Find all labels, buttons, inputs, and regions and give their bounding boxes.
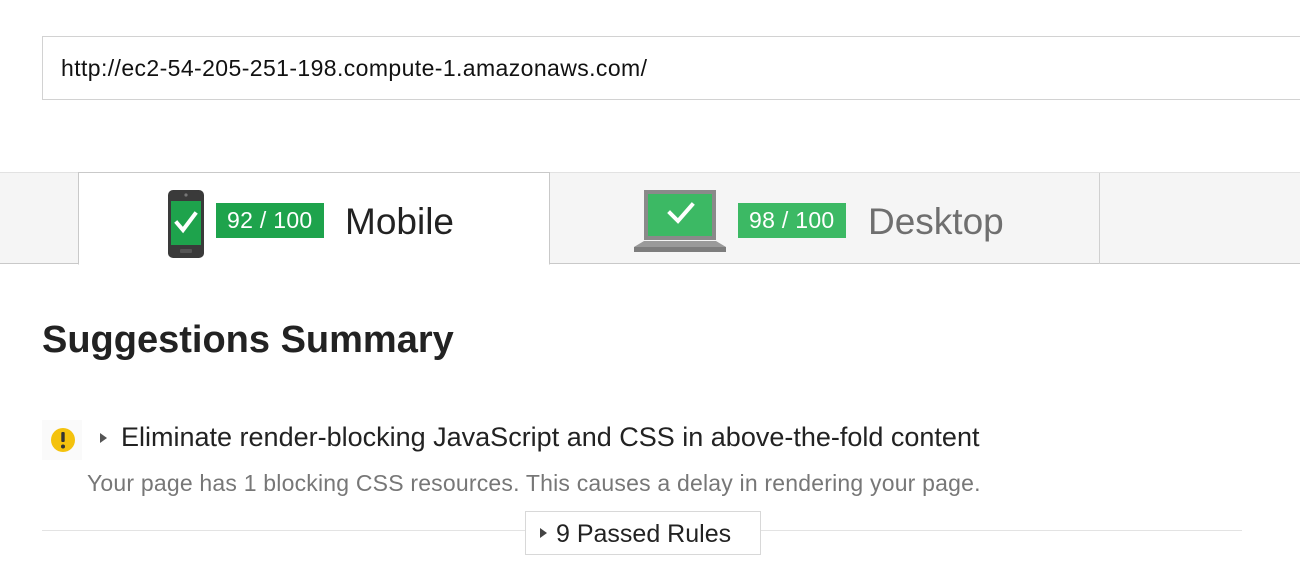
mobile-score-badge: 92 / 100 <box>216 203 324 238</box>
url-input[interactable] <box>43 37 1300 99</box>
passed-rules-label: 9 Passed Rules <box>556 520 732 548</box>
phone-check-icon <box>167 189 205 264</box>
suggestions-summary-title: Suggestions Summary <box>42 319 454 361</box>
passed-rules-button[interactable]: 9 Passed Rules <box>525 511 761 555</box>
warning-icon <box>42 420 82 465</box>
url-field[interactable] <box>42 36 1300 100</box>
rule-description: Your page has 1 blocking CSS resources. … <box>87 470 981 496</box>
tab-desktop-label: Desktop <box>868 201 1004 242</box>
desktop-score-badge: 98 / 100 <box>738 203 846 238</box>
expand-arrow-icon[interactable] <box>100 433 107 443</box>
tab-mobile[interactable]: 92 / 100 Mobile <box>78 172 550 265</box>
device-tab-bar: 92 / 100 Mobile 98 / 100 Desktop <box>0 172 1300 265</box>
expand-arrow-icon <box>540 528 547 538</box>
rule-row[interactable]: Eliminate render-blocking JavaScript and… <box>42 418 1142 460</box>
tab-desktop[interactable]: 98 / 100 Desktop <box>550 173 1100 264</box>
rule-title[interactable]: Eliminate render-blocking JavaScript and… <box>121 420 979 454</box>
tab-mobile-label: Mobile <box>345 201 454 242</box>
laptop-check-icon <box>633 189 727 260</box>
